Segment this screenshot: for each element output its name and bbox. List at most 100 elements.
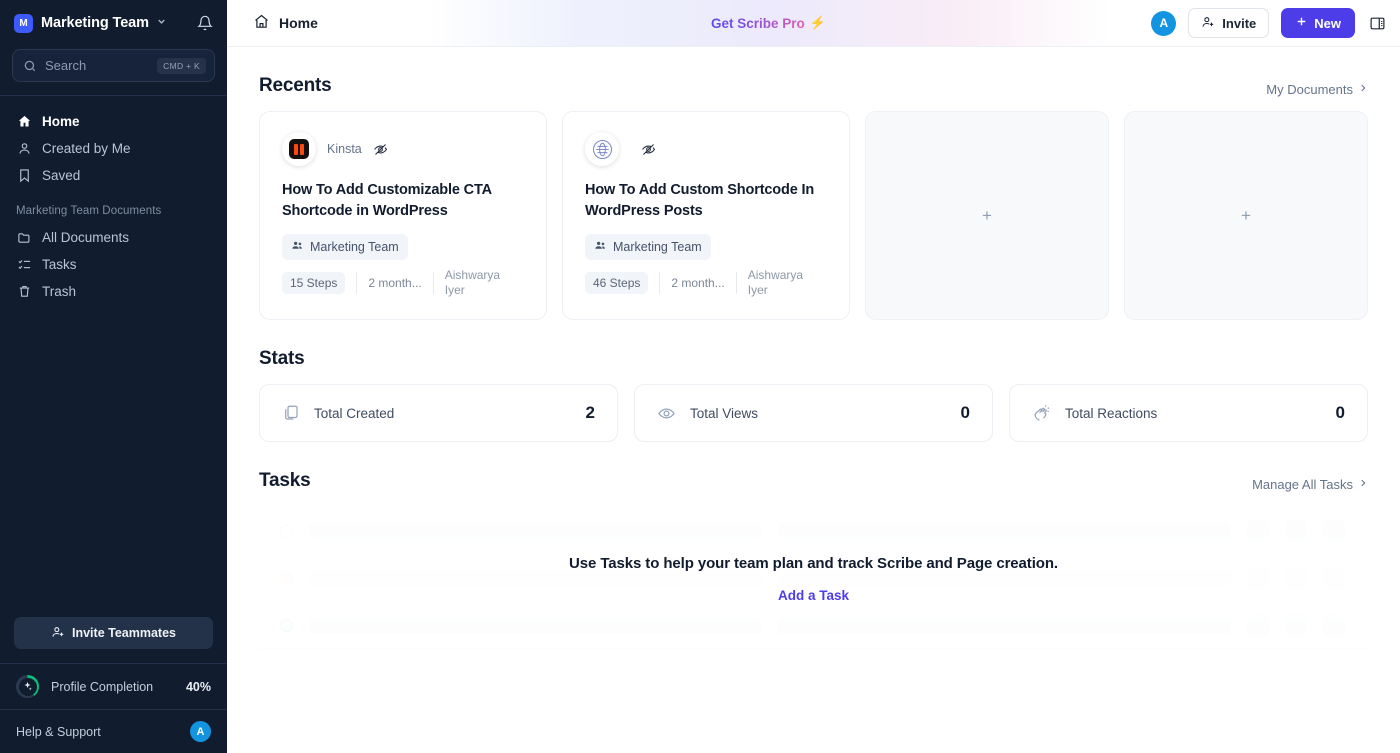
workspace-switcher[interactable]: M Marketing Team bbox=[12, 0, 215, 46]
breadcrumb[interactable]: Home bbox=[253, 13, 318, 33]
card-steps: 15 Steps bbox=[282, 272, 346, 295]
home-icon bbox=[16, 114, 32, 129]
sidebar-item-label: Home bbox=[42, 114, 80, 129]
my-documents-link[interactable]: My Documents bbox=[1266, 82, 1368, 97]
stats-title: Stats bbox=[259, 348, 305, 369]
new-button[interactable]: New bbox=[1281, 8, 1355, 38]
search-placeholder: Search bbox=[45, 58, 87, 73]
profile-completion-percent: 40% bbox=[185, 679, 211, 694]
sidebar-item-label: Tasks bbox=[42, 257, 77, 272]
kinsta-logo-icon bbox=[282, 132, 316, 166]
team-icon bbox=[594, 239, 607, 255]
profile-completion-row[interactable]: Profile Completion 40% bbox=[0, 663, 227, 709]
document-card[interactable]: Kinsta How To Add Customizable CTA Short… bbox=[259, 111, 547, 320]
sidebar: M Marketing Team Search CMD + K Home Cre… bbox=[0, 0, 227, 753]
top-bar: Home Get Scribe Pro ⚡ A Invite New bbox=[227, 0, 1400, 47]
stat-value: 0 bbox=[960, 403, 970, 422]
sidebar-item-home[interactable]: Home bbox=[12, 108, 215, 135]
add-a-task-button[interactable]: Add a Task bbox=[778, 588, 849, 603]
user-icon bbox=[16, 141, 32, 156]
invite-button-label: Invite bbox=[1222, 15, 1257, 31]
sidebar-item-label: Created by Me bbox=[42, 141, 131, 156]
my-documents-label: My Documents bbox=[1266, 82, 1353, 97]
chevron-right-icon bbox=[1358, 478, 1368, 491]
card-team-chip: Marketing Team bbox=[282, 234, 408, 261]
document-card[interactable]: How To Add Custom Shortcode In WordPress… bbox=[562, 111, 850, 320]
globe-logo-icon bbox=[585, 132, 619, 166]
plus-icon bbox=[1295, 15, 1308, 31]
lightning-bolt-icon: ⚡ bbox=[809, 15, 826, 30]
stat-label: Total Created bbox=[314, 405, 395, 421]
get-scribe-pro-label: Get Scribe Pro bbox=[711, 15, 805, 31]
toggle-right-panel-icon[interactable] bbox=[1367, 15, 1386, 32]
top-bar-actions: A Invite New bbox=[1151, 8, 1386, 38]
card-team-label: Marketing Team bbox=[613, 240, 702, 255]
page-content: Recents My Documents Kinsta How To Add C… bbox=[227, 47, 1400, 753]
invite-teammates-button[interactable]: Invite Teammates bbox=[14, 617, 213, 649]
avatar[interactable]: A bbox=[1151, 10, 1177, 36]
meta-separator bbox=[735, 272, 737, 295]
card-meta: 46 Steps 2 month... Aishwarya Iyer bbox=[585, 268, 827, 299]
sidebar-section-label: Marketing Team Documents bbox=[16, 205, 162, 217]
card-author: Aishwarya Iyer bbox=[444, 267, 501, 298]
avatar[interactable]: A bbox=[190, 721, 211, 742]
card-age: 2 month... bbox=[671, 276, 725, 291]
sparkle-icon bbox=[18, 677, 37, 696]
stat-value: 0 bbox=[1335, 403, 1345, 422]
primary-nav: Home Created by Me Saved bbox=[0, 96, 227, 195]
sidebar-item-trash[interactable]: Trash bbox=[12, 278, 215, 305]
eye-off-icon[interactable] bbox=[373, 142, 388, 157]
stat-value: 2 bbox=[585, 403, 595, 422]
folder-icon bbox=[16, 230, 32, 245]
card-team-label: Marketing Team bbox=[310, 240, 399, 255]
meta-separator bbox=[356, 272, 358, 295]
recents-header: Recents My Documents bbox=[259, 47, 1368, 111]
tasks-empty-overlay: Use Tasks to help your team plan and tra… bbox=[259, 508, 1368, 649]
sidebar-top: M Marketing Team Search CMD + K bbox=[0, 0, 227, 95]
card-team-chip: Marketing Team bbox=[585, 234, 711, 261]
sidebar-item-label: Saved bbox=[42, 168, 81, 183]
plus-icon: + bbox=[982, 205, 992, 225]
get-scribe-pro-banner[interactable]: Get Scribe Pro ⚡ bbox=[427, 0, 1110, 46]
page-title: Recents bbox=[259, 75, 332, 96]
sidebar-item-all-documents[interactable]: All Documents bbox=[12, 224, 215, 251]
sidebar-item-saved[interactable]: Saved bbox=[12, 162, 215, 189]
plus-icon: + bbox=[1241, 205, 1251, 225]
profile-progress-ring bbox=[16, 675, 39, 698]
card-header: Kinsta bbox=[282, 132, 524, 166]
card-steps: 46 Steps bbox=[585, 272, 649, 295]
stat-label: Total Views bbox=[690, 405, 759, 421]
add-document-placeholder-card[interactable]: + bbox=[865, 111, 1109, 320]
eye-icon bbox=[657, 404, 676, 423]
sidebar-item-tasks[interactable]: Tasks bbox=[12, 251, 215, 278]
card-author: Aishwarya Iyer bbox=[747, 267, 804, 298]
card-age: 2 month... bbox=[368, 276, 422, 291]
card-header bbox=[585, 132, 827, 166]
sidebar-item-label: All Documents bbox=[42, 230, 130, 245]
tasks-empty-state: Use Tasks to help your team plan and tra… bbox=[259, 508, 1368, 649]
chevron-down-icon bbox=[156, 16, 167, 30]
bookmark-icon bbox=[16, 168, 32, 183]
manage-all-tasks-link[interactable]: Manage All Tasks bbox=[1252, 477, 1368, 492]
eye-off-icon[interactable] bbox=[641, 142, 656, 157]
card-source-label: Kinsta bbox=[327, 142, 362, 156]
add-document-placeholder-card[interactable]: + bbox=[1124, 111, 1368, 320]
user-plus-icon bbox=[51, 625, 65, 642]
documents-nav: All Documents Tasks Trash bbox=[0, 224, 227, 311]
card-title: How To Add Custom Shortcode In WordPress… bbox=[585, 182, 815, 219]
chevron-right-icon bbox=[1358, 83, 1368, 96]
workspace-name: Marketing Team bbox=[41, 15, 149, 31]
invite-button[interactable]: Invite bbox=[1188, 8, 1270, 38]
workspace-badge: M bbox=[14, 13, 33, 33]
search-input[interactable]: Search CMD + K bbox=[12, 49, 215, 82]
home-outline-icon bbox=[253, 13, 270, 33]
tasks-header: Tasks Manage All Tasks bbox=[259, 442, 1368, 506]
help-support-row[interactable]: Help & Support A bbox=[0, 709, 227, 753]
trash-icon bbox=[16, 284, 32, 299]
app-root: M Marketing Team Search CMD + K Home Cre… bbox=[0, 0, 1400, 753]
stats-row: Total Created 2 Total Views 0 Total Reac… bbox=[259, 384, 1368, 442]
notifications-bell-icon[interactable] bbox=[197, 15, 213, 31]
card-title: How To Add Customizable CTA Shortcode in… bbox=[282, 182, 492, 219]
tasks-title: Tasks bbox=[259, 470, 311, 491]
sidebar-item-created-by-me[interactable]: Created by Me bbox=[12, 135, 215, 162]
